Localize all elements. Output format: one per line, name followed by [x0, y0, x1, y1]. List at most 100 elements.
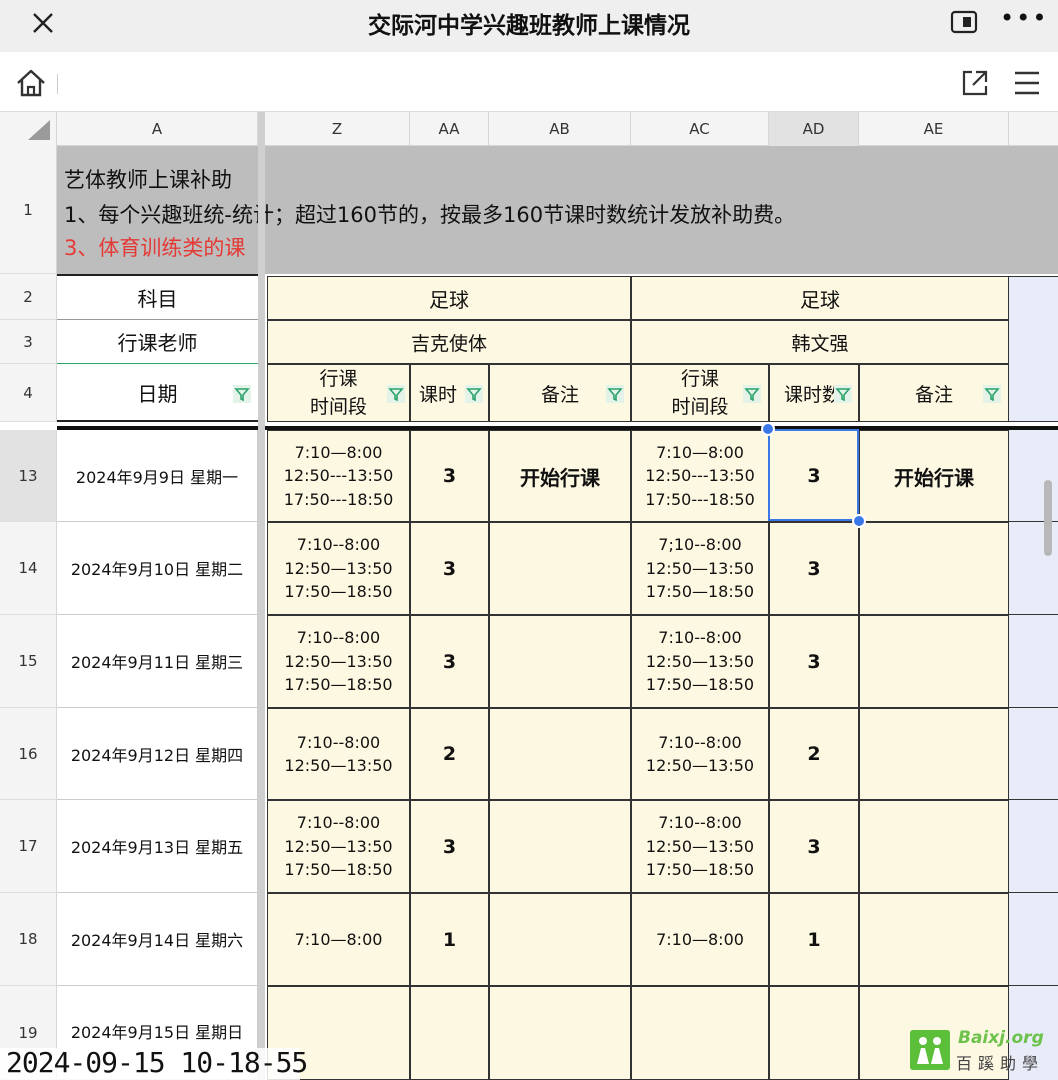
row-header-17[interactable]: 17: [0, 800, 57, 893]
notes-line-1: 艺体教师上课补助: [64, 168, 232, 192]
filter-icon[interactable]: [464, 384, 484, 404]
hours-cell[interactable]: [410, 986, 489, 1080]
frozen-column-divider[interactable]: [258, 112, 265, 1080]
column-header-a[interactable]: A: [57, 112, 258, 146]
column-header-z[interactable]: Z: [265, 112, 410, 146]
watermark-name: 百蹊助學: [956, 1054, 1045, 1073]
row-header-2[interactable]: 2: [0, 274, 57, 320]
remark-cell[interactable]: [859, 615, 1009, 708]
filter-icon[interactable]: [833, 384, 853, 404]
column-header-ae[interactable]: AE: [859, 112, 1009, 146]
hours-cell[interactable]: 3: [410, 615, 489, 708]
remark-cell[interactable]: [489, 615, 631, 708]
date-label[interactable]: 日期: [57, 364, 258, 422]
row-header-4[interactable]: 4: [0, 364, 57, 422]
teacher-label[interactable]: 行课老师: [57, 320, 258, 364]
remark-cell[interactable]: 开始行课: [489, 430, 631, 522]
column-header-ab[interactable]: AB: [489, 112, 631, 146]
date-cell[interactable]: 2024年9月14日 星期六: [57, 893, 258, 986]
remark-cell[interactable]: [489, 708, 631, 800]
period-cell[interactable]: 7:10--8:00 12:50—13:50 17:50—18:50: [631, 800, 769, 893]
remark-cell[interactable]: 开始行课: [859, 430, 1009, 522]
picture-in-picture-icon[interactable]: [950, 10, 978, 34]
period-cell[interactable]: 7:10--8:00 12:50—13:50: [267, 708, 410, 800]
hours-cell[interactable]: 3: [410, 522, 489, 615]
next-column-cell[interactable]: [1009, 615, 1058, 708]
more-options-icon[interactable]: •••: [1000, 6, 1046, 30]
row-header-16[interactable]: 16: [0, 708, 57, 800]
hours-cell[interactable]: 3: [410, 430, 489, 522]
filter-icon[interactable]: [742, 384, 762, 404]
row-header-3[interactable]: 3: [0, 320, 57, 364]
next-column-header[interactable]: [1009, 276, 1058, 422]
period-cell[interactable]: 7;10--8:00 12:50—13:50 17:50—18:50: [631, 522, 769, 615]
subject-cell-1[interactable]: 足球: [267, 276, 631, 320]
home-icon[interactable]: [14, 66, 48, 100]
hours-cell[interactable]: 2: [410, 708, 489, 800]
selection-handle-top[interactable]: [761, 422, 775, 436]
remark-cell[interactable]: [489, 986, 631, 1080]
hours-cell[interactable]: 2: [769, 708, 859, 800]
selection-handle-bottom[interactable]: [852, 514, 866, 528]
menu-icon[interactable]: [1012, 70, 1042, 96]
date-cell[interactable]: 2024年9月13日 星期五: [57, 800, 258, 893]
notes-line-3: 3、体育训练类的课: [64, 236, 246, 260]
title-bar: 交际河中学兴趣班教师上课情况 •••: [0, 0, 1058, 52]
screenshot-timestamp: 2024-09-15 10-18-55: [6, 1046, 308, 1079]
row-header-18[interactable]: 18: [0, 893, 57, 986]
column-header-ac[interactable]: AC: [631, 112, 769, 146]
share-icon[interactable]: [960, 68, 990, 98]
column-header-aa[interactable]: AA: [410, 112, 489, 146]
next-column-cell[interactable]: [1009, 708, 1058, 800]
row-header-13[interactable]: 13: [0, 430, 57, 522]
hours-cell[interactable]: 3: [769, 522, 859, 615]
remark-cell[interactable]: [489, 800, 631, 893]
period-cell[interactable]: 7:10--8:00 12:50—13:50 17:50—18:50: [267, 800, 410, 893]
period-cell[interactable]: 7:10--8:00 12:50—13:50 17:50—18:50: [631, 615, 769, 708]
row-header-14[interactable]: 14: [0, 522, 57, 615]
period-cell[interactable]: 7:10—8:00: [267, 893, 410, 986]
hours-cell[interactable]: 3: [769, 800, 859, 893]
page-title: 交际河中学兴趣班教师上课情况: [368, 13, 690, 39]
period-cell[interactable]: 7:10—8:00 12:50---13:50 17:50---18:50: [631, 430, 769, 522]
period-cell[interactable]: 7:10--8:00 12:50—13:50 17:50—18:50: [267, 615, 410, 708]
period-cell[interactable]: 7:10—8:00: [631, 893, 769, 986]
teacher-cell-1[interactable]: 吉克使体: [267, 320, 631, 364]
hours-cell[interactable]: 3: [410, 800, 489, 893]
remark-cell[interactable]: [859, 708, 1009, 800]
remark-cell[interactable]: [859, 522, 1009, 615]
filter-icon[interactable]: [605, 384, 625, 404]
vertical-scrollbar[interactable]: [1044, 480, 1052, 556]
period-cell[interactable]: 7:10--8:00 12:50—13:50: [631, 708, 769, 800]
row-header-1[interactable]: 1: [0, 146, 57, 274]
period-cell[interactable]: 7:10—8:00 12:50---13:50 17:50---18:50: [267, 430, 410, 522]
date-cell[interactable]: 2024年9月12日 星期四: [57, 708, 258, 800]
hours-cell[interactable]: 1: [410, 893, 489, 986]
toolbar: [0, 52, 1058, 112]
teacher-cell-2[interactable]: 韩文强: [631, 320, 1009, 364]
date-cell[interactable]: 2024年9月10日 星期二: [57, 522, 258, 615]
date-cell[interactable]: 2024年9月9日 星期一: [57, 430, 258, 522]
hours-cell[interactable]: 1: [769, 893, 859, 986]
remark-cell[interactable]: [859, 800, 1009, 893]
watermark-logo-icon: [910, 1030, 950, 1070]
remark-cell[interactable]: [489, 893, 631, 986]
filter-icon[interactable]: [232, 384, 252, 404]
next-column-cell[interactable]: [1009, 893, 1058, 986]
next-column-cell[interactable]: [1009, 800, 1058, 893]
filter-icon[interactable]: [982, 384, 1002, 404]
notes-line-2: 1、每个兴趣班统-统计；超过160节的，按最多160节课时数统计发放补助费。: [64, 203, 796, 227]
remark-cell[interactable]: [859, 893, 1009, 986]
hours-cell[interactable]: [769, 986, 859, 1080]
selection-box[interactable]: [768, 429, 859, 521]
period-cell[interactable]: 7:10--8:00 12:50—13:50 17:50—18:50: [267, 522, 410, 615]
hours-cell[interactable]: 3: [769, 615, 859, 708]
column-header-ad[interactable]: AD: [769, 112, 859, 146]
filter-icon[interactable]: [386, 384, 406, 404]
period-cell[interactable]: [631, 986, 769, 1080]
row-header-15[interactable]: 15: [0, 615, 57, 708]
subject-label[interactable]: 科目: [57, 274, 258, 320]
date-cell[interactable]: 2024年9月11日 星期三: [57, 615, 258, 708]
subject-cell-2[interactable]: 足球: [631, 276, 1009, 320]
remark-cell[interactable]: [489, 522, 631, 615]
